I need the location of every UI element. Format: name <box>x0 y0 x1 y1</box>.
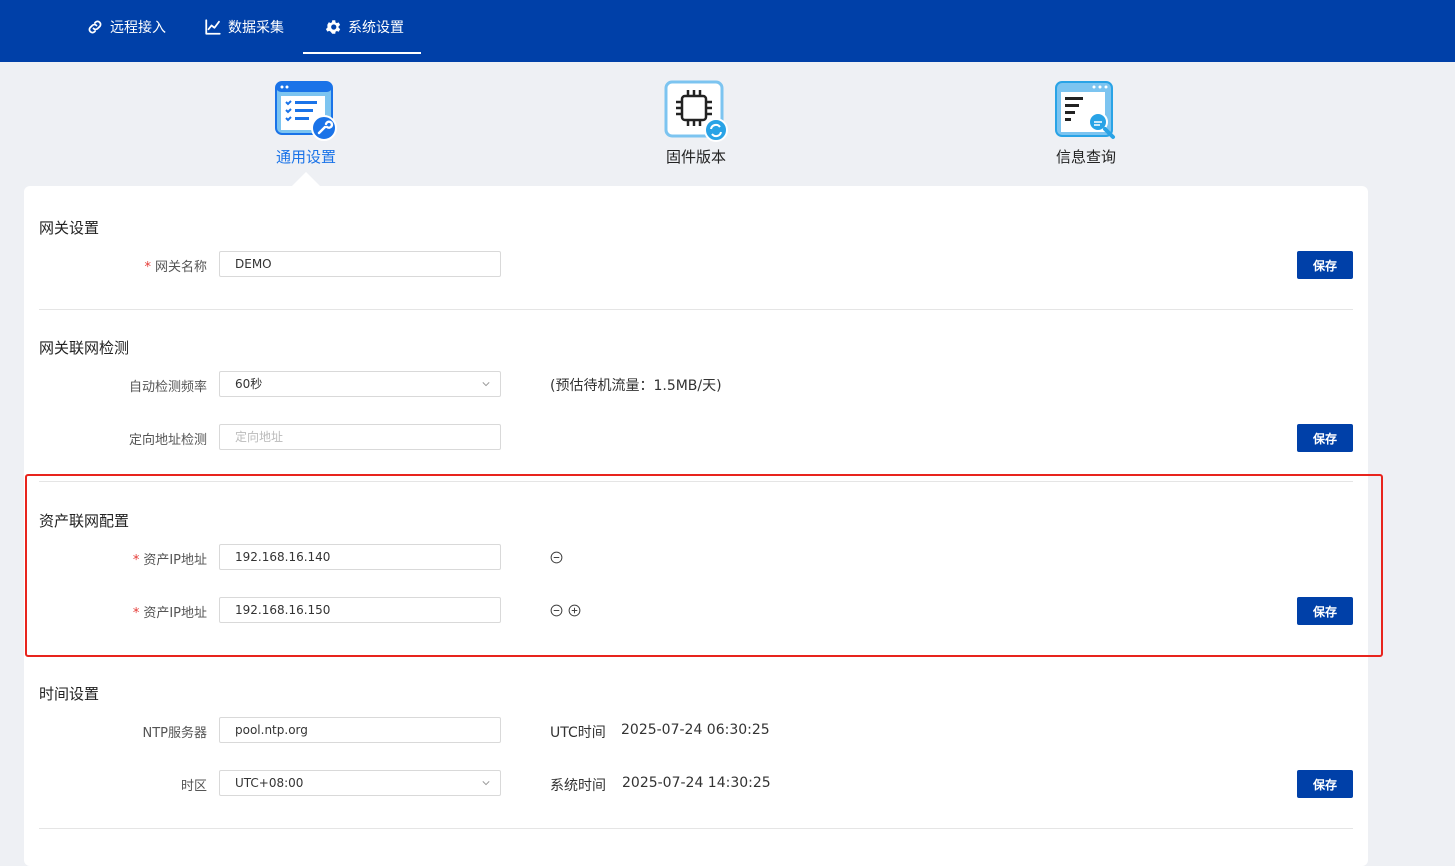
asset-save-button[interactable]: 保存 <box>1297 597 1353 625</box>
chart-icon <box>205 19 221 35</box>
section-title-time: 时间设置 <box>39 685 100 703</box>
utc-time-value: 2025-07-24 06:30:25 <box>621 722 770 738</box>
settings-tab-row: 通用设置 固件版本 信息查询 <box>0 62 1455 186</box>
gateway-save-button[interactable]: 保存 <box>1297 251 1353 279</box>
link-icon <box>88 20 102 34</box>
nav-active-indicator <box>303 52 421 54</box>
settings-list-icon <box>275 81 337 141</box>
check-frequency-select[interactable]: 60秒 <box>219 371 501 397</box>
add-circle-icon[interactable] <box>568 604 581 617</box>
section-divider <box>39 828 1353 829</box>
remove-circle-icon[interactable] <box>550 551 563 564</box>
asset-ip-input-2[interactable] <box>219 597 501 623</box>
check-frequency-label: 自动检测频率 <box>128 380 207 395</box>
asset-ip-label-2: * 资产IP地址 <box>132 606 207 621</box>
tab-label: 固件版本 <box>665 148 726 166</box>
required-mark: * <box>132 553 140 568</box>
timezone-label: 时区 <box>180 779 207 794</box>
gear-icon <box>325 20 341 34</box>
system-time-value: 2025-07-24 14:30:25 <box>622 775 771 791</box>
tab-label: 通用设置 <box>275 148 336 166</box>
network-check-save-button[interactable]: 保存 <box>1297 424 1353 452</box>
nav-item-system-settings[interactable]: 系统设置 <box>324 0 404 54</box>
active-tab-caret <box>292 172 320 186</box>
chevron-down-icon <box>482 781 490 786</box>
chevron-down-icon <box>482 382 490 387</box>
nav-item-remote-access[interactable]: 远程接入 <box>86 0 166 54</box>
system-time-label: 系统时间 <box>550 778 606 794</box>
tab-label: 信息查询 <box>1055 148 1116 166</box>
tab-general-settings[interactable]: 通用设置 <box>246 80 366 167</box>
nav-label: 远程接入 <box>110 20 166 36</box>
gateway-name-input[interactable] <box>219 251 501 277</box>
gateway-name-label: * 网关名称 <box>144 260 207 275</box>
timezone-value: UTC+08:00 <box>235 776 304 790</box>
section-divider <box>39 309 1353 310</box>
settings-panel: 网关设置 *网关名称 保存 网关联网检测 自动检测频率 60秒 (预估待机流量：… <box>24 186 1368 866</box>
section-title-network-check: 网关联网检测 <box>39 339 130 357</box>
target-address-label: 定向地址检测 <box>128 433 207 448</box>
section-divider <box>39 481 1353 482</box>
required-mark: * <box>132 606 140 621</box>
top-nav-bar: 远程接入 数据采集 系统设置 <box>0 0 1455 62</box>
section-title-gateway: 网关设置 <box>39 219 100 237</box>
required-mark: * <box>144 260 151 275</box>
section-title-asset-network: 资产联网配置 <box>39 512 130 530</box>
search-doc-icon <box>1055 81 1115 139</box>
nav-label: 系统设置 <box>348 20 404 36</box>
tab-info-query[interactable]: 信息查询 <box>1026 80 1146 167</box>
nav-label: 数据采集 <box>228 20 284 36</box>
time-save-button[interactable]: 保存 <box>1297 770 1353 798</box>
check-frequency-value: 60秒 <box>235 377 263 391</box>
target-address-input[interactable] <box>219 424 501 450</box>
asset-ip-input-1[interactable] <box>219 544 501 570</box>
tab-firmware-version[interactable]: 固件版本 <box>636 80 756 167</box>
asset-ip-label-1: * 资产IP地址 <box>132 553 207 568</box>
chip-icon <box>664 80 728 142</box>
remove-circle-icon[interactable] <box>550 604 563 617</box>
nav-item-data-collection[interactable]: 数据采集 <box>204 0 284 54</box>
timezone-select[interactable]: UTC+08:00 <box>219 770 501 796</box>
traffic-estimate-note: (预估待机流量：1.5MB/天) <box>550 378 722 394</box>
ntp-server-label: NTP服务器 <box>142 726 207 741</box>
ntp-server-input[interactable] <box>219 717 501 743</box>
utc-time-label: UTC时间 <box>550 725 606 741</box>
